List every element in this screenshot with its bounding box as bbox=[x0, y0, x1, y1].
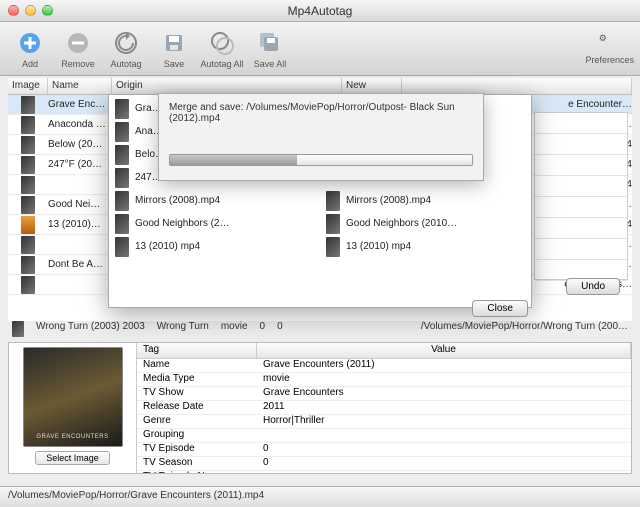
autotag-icon bbox=[112, 29, 140, 57]
close-button[interactable]: Close bbox=[472, 300, 528, 317]
progress-bar bbox=[169, 154, 473, 166]
status-bar: /Volumes/MoviePop/Horror/Grave Encounter… bbox=[0, 486, 640, 507]
toolbar-remove[interactable]: Remove bbox=[54, 29, 102, 69]
remove-icon bbox=[64, 29, 92, 57]
col-name[interactable]: Name bbox=[48, 78, 112, 94]
tag-row[interactable]: Grouping bbox=[137, 429, 631, 443]
tag-row[interactable]: NameGrave Encounters (2011) bbox=[137, 359, 631, 373]
col-origin[interactable]: Origin bbox=[112, 78, 342, 94]
window-title: Mp4Autotag bbox=[0, 4, 640, 18]
tag-row[interactable]: TV Episode Nu bbox=[137, 471, 631, 473]
titlebar: Mp4Autotag bbox=[0, 0, 640, 22]
toolbar-add[interactable]: Add bbox=[6, 29, 54, 69]
new-column-grid bbox=[534, 112, 628, 280]
tag-row[interactable]: Media Typemovie bbox=[137, 373, 631, 387]
progress-sheet: Merge and save: /Volumes/MoviePop/Horror… bbox=[158, 93, 484, 181]
save-icon bbox=[160, 29, 188, 57]
tag-row[interactable]: Release Date2011 bbox=[137, 401, 631, 415]
col-new[interactable]: New bbox=[342, 78, 402, 94]
tag-row[interactable]: TV Season0 bbox=[137, 457, 631, 471]
add-icon bbox=[16, 29, 44, 57]
value-col-header[interactable]: Value bbox=[257, 343, 631, 358]
list-item[interactable]: Mirrors (2008).mp4 bbox=[322, 189, 529, 212]
list-item[interactable]: 13 (2010) mp4 bbox=[111, 235, 318, 258]
toolbar-save-all[interactable]: Save All bbox=[246, 29, 294, 69]
list-item[interactable]: Mirrors (2008).mp4 bbox=[111, 189, 318, 212]
progress-message: Merge and save: /Volumes/MoviePop/Horror… bbox=[169, 102, 473, 124]
autotag-all-icon bbox=[208, 29, 236, 57]
col-image[interactable]: Image bbox=[8, 78, 48, 94]
undo-button[interactable]: Undo bbox=[566, 278, 620, 295]
poster-image[interactable] bbox=[23, 347, 123, 447]
tag-row[interactable]: TV Episode0 bbox=[137, 443, 631, 457]
list-item[interactable]: Good Neighbors (2… bbox=[111, 212, 318, 235]
preferences-icon: ⚙ bbox=[599, 33, 621, 55]
detail-pane: Select Image Tag Value NameGrave Encount… bbox=[8, 342, 632, 474]
toolbar-preferences[interactable]: ⚙ Preferences bbox=[585, 33, 634, 65]
toolbar-save[interactable]: Save bbox=[150, 29, 198, 69]
tag-table: Tag Value NameGrave Encounters (2011) Me… bbox=[137, 343, 631, 473]
list-item[interactable]: Good Neighbors (2010… bbox=[322, 212, 529, 235]
select-image-button[interactable]: Select Image bbox=[35, 451, 110, 465]
list-item[interactable]: 13 (2010) mp4 bbox=[322, 235, 529, 258]
tag-row[interactable]: GenreHorror|Thriller bbox=[137, 415, 631, 429]
tag-col-header[interactable]: Tag bbox=[137, 343, 257, 358]
progress-bar-fill bbox=[170, 155, 297, 165]
toolbar-autotag[interactable]: Autotag bbox=[102, 29, 150, 69]
toolbar-autotag-all[interactable]: Autotag All bbox=[198, 29, 246, 69]
toolbar: Add Remove Autotag Save Autotag All Save… bbox=[0, 22, 640, 76]
summary-row: Wrong Turn (2003) 2003 Wrong Turn movie … bbox=[12, 321, 628, 337]
tag-row[interactable]: TV ShowGrave Encounters bbox=[137, 387, 631, 401]
save-all-icon bbox=[256, 29, 284, 57]
